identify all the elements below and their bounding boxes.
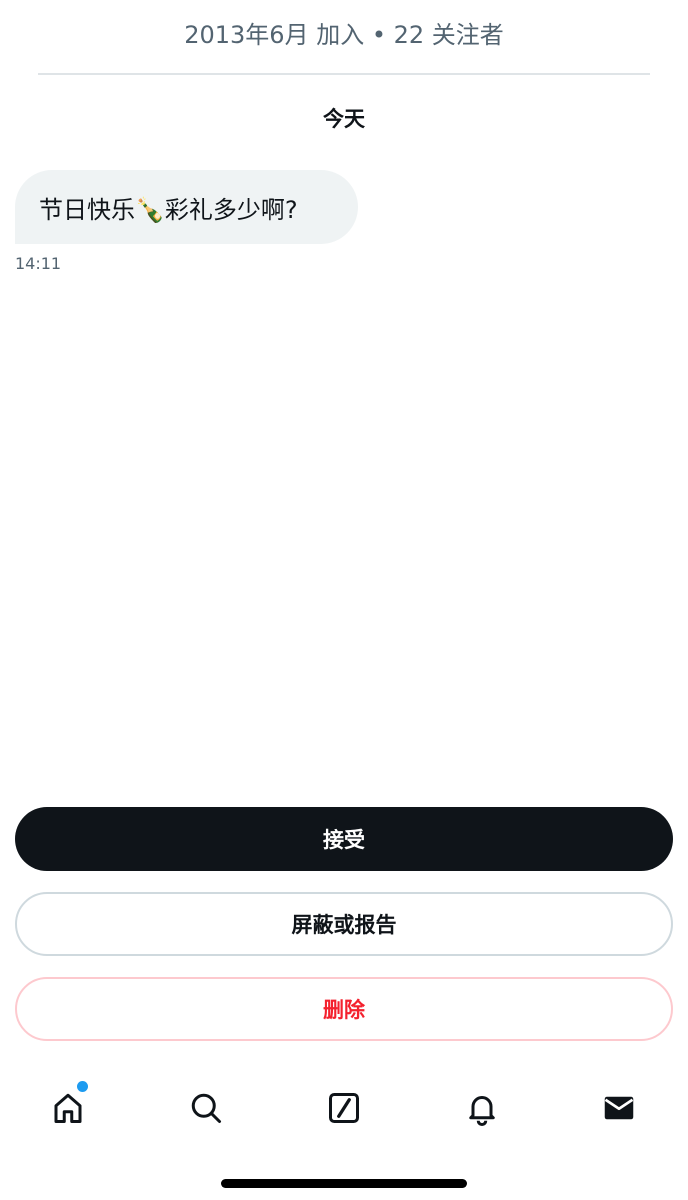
tab-grok[interactable] [320,1084,368,1132]
message-timestamp: 14:11 [15,254,62,273]
tab-search[interactable] [182,1084,230,1132]
tab-notifications[interactable] [458,1084,506,1132]
profile-join-info: 2013年6月 加入 • 22 关注者 [184,21,504,49]
delete-button[interactable]: 删除 [15,977,673,1041]
envelope-icon [604,1096,634,1120]
message-bubble[interactable]: 节日快乐🍾彩礼多少啊? [15,170,358,244]
bell-icon [469,1096,495,1126]
day-label: 今天 [323,107,365,131]
grok-icon [329,1093,359,1123]
message-text: 节日快乐🍾彩礼多少啊? [39,195,298,224]
search-icon [191,1093,221,1123]
notification-dot [77,1081,88,1092]
tab-messages[interactable] [595,1084,643,1132]
home-icon [54,1093,82,1123]
accept-button[interactable]: 接受 [15,807,673,871]
block-or-report-button[interactable]: 屏蔽或报告 [15,892,673,956]
header-divider [38,73,650,75]
home-indicator [221,1179,467,1188]
